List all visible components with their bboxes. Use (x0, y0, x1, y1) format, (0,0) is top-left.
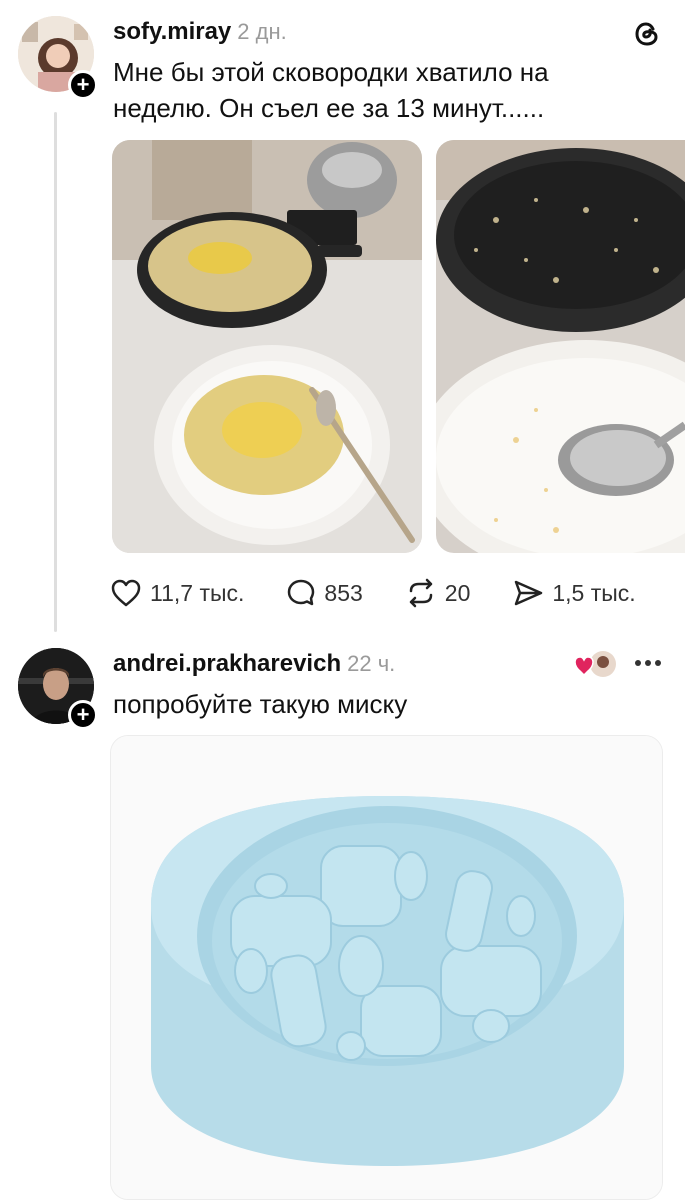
thread-line (54, 112, 57, 632)
repost-button[interactable]: 20 (405, 578, 471, 608)
reply-text: попробуйте такую миску (113, 689, 408, 719)
share-count: 1,5 тыс. (552, 579, 636, 606)
post-time: 2 дн. (237, 19, 287, 44)
like-count: 11,7 тыс. (150, 579, 245, 606)
post-actions: 11,7 тыс. 853 20 1,5 тыс. (110, 578, 636, 608)
follow-plus-button[interactable]: + (68, 70, 98, 100)
post-header: sofy.miray 2 дн. (113, 18, 287, 46)
post-time: 22 ч. (347, 651, 396, 676)
comment-bubble-icon (288, 579, 315, 606)
username[interactable]: sofy.miray (113, 18, 231, 45)
repost-icon (409, 578, 433, 608)
comment-button[interactable]: 853 (286, 578, 363, 608)
photo-pasta-before[interactable] (112, 140, 422, 553)
reply-header: andrei.prakharevich 22 ч. (113, 650, 395, 678)
post-text: Мне бы этой сковородки хватило на неделю… (113, 54, 653, 126)
post-text-line1: Мне бы этой сковородки хватило на (113, 57, 549, 87)
threads-logo-icon[interactable] (633, 20, 661, 48)
follow-plus-button[interactable]: + (68, 700, 98, 730)
repost-count: 20 (444, 579, 471, 606)
liked-by-indicator[interactable] (574, 650, 621, 678)
send-icon (515, 580, 543, 606)
like-button[interactable]: 11,7 тыс. (110, 578, 244, 608)
share-button[interactable]: 1,5 тыс. (512, 578, 636, 608)
photo-slow-feeder-bowl[interactable] (110, 735, 663, 1200)
photo-pan-after[interactable] (436, 140, 685, 553)
heart-icon (111, 579, 141, 607)
post-text-line2: неделю. Он съел ее за 13 минут...... (113, 93, 545, 123)
comment-count: 853 (324, 579, 363, 606)
username[interactable]: andrei.prakharevich (113, 650, 341, 677)
more-dots-icon[interactable] (634, 656, 662, 670)
